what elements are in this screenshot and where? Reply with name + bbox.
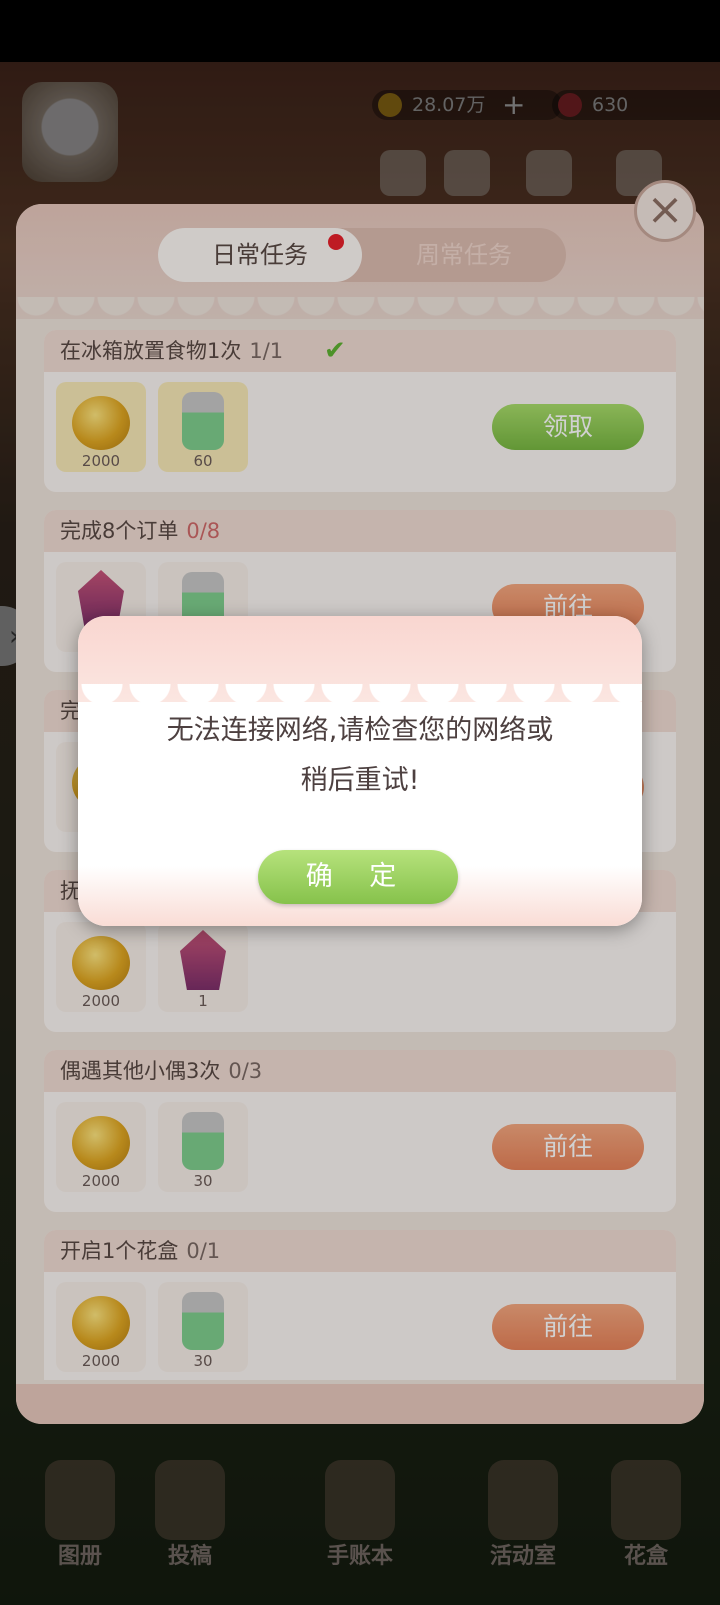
status-bar [0,0,720,62]
confirm-button[interactable]: 确 定 [258,850,458,904]
network-error-dialog: 无法连接网络,请检查您的网络或 稍后重试! 确 定 [78,616,642,926]
dialog-header-decoration [78,616,642,714]
dialog-message-line: 稍后重试! [300,765,420,796]
dialog-message: 无法连接网络,请检查您的网络或 稍后重试! [108,706,612,806]
dialog-message-line: 无法连接网络,请检查您的网络或 [166,715,554,746]
